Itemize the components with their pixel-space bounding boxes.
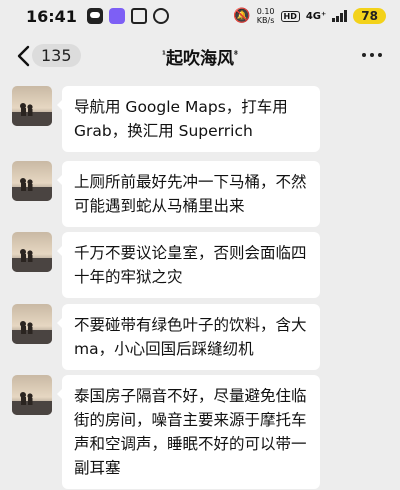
message-notification-icon <box>86 8 103 24</box>
status-time: 16:41 <box>26 6 77 26</box>
more-options-icon[interactable] <box>362 53 382 57</box>
chat-title: ¹起吹海风⁸ <box>0 44 400 69</box>
message-row: 泰国房子隔音不好，尽量避免住临街的房间，噪音主要来源于摩托车声和空调声，睡眠不好… <box>12 375 320 489</box>
message-row: 不要碰带有绿色叶子的饮料，含大ma，小心回国后踩缝纫机 <box>12 304 320 370</box>
chat-title-suffix: ⁸ <box>234 50 238 61</box>
avatar[interactable] <box>12 304 52 344</box>
message-row: 导航用 Google Maps，打车用 Grab，换汇用 Superrich <box>12 86 320 152</box>
status-bar: 16:41 🔕 0.10 KB/s HD 4G⁺ 78 <box>0 0 400 32</box>
avatar[interactable] <box>12 161 52 201</box>
net-speed-unit: KB/s <box>256 16 275 25</box>
message-bubble[interactable]: 上厕所前最好先冲一下马桶，不然可能遇到蛇从马桶里出来 <box>57 161 320 227</box>
message-text: 千万不要议论皇室，否则会面临四十年的牢狱之灾 <box>62 232 320 298</box>
message-row: 上厕所前最好先冲一下马桶，不然可能遇到蛇从马桶里出来 <box>12 161 320 227</box>
app-notification-icon <box>108 8 125 24</box>
avatar[interactable] <box>12 375 52 415</box>
grid-notification-icon <box>130 8 147 24</box>
status-right: 🔕 0.10 KB/s HD 4G⁺ 78 <box>233 7 386 25</box>
message-bubble[interactable]: 泰国房子隔音不好，尽量避免住临街的房间，噪音主要来源于摩托车声和空调声，睡眠不好… <box>57 375 320 489</box>
avatar[interactable] <box>12 232 52 272</box>
signal-icon <box>332 10 348 22</box>
message-bubble[interactable]: 不要碰带有绿色叶子的饮料，含大ma，小心回国后踩缝纫机 <box>57 304 320 370</box>
hd-icon: HD <box>280 10 300 22</box>
notification-icons <box>86 8 169 24</box>
message-text: 导航用 Google Maps，打车用 Grab，换汇用 Superrich <box>62 86 320 152</box>
battery-indicator: 78 <box>353 8 386 24</box>
avatar[interactable] <box>12 86 52 126</box>
chat-title-text: 起吹海风 <box>166 49 234 69</box>
network-type: 4G⁺ <box>305 10 327 22</box>
chat-header: 135 ¹起吹海风⁸ <box>0 36 400 78</box>
message-text: 上厕所前最好先冲一下马桶，不然可能遇到蛇从马桶里出来 <box>62 161 320 227</box>
net-speed: 0.10 KB/s <box>257 7 275 25</box>
net-speed-value: 0.10 <box>256 7 275 16</box>
message-bubble[interactable]: 导航用 Google Maps，打车用 Grab，换汇用 Superrich <box>57 86 320 152</box>
message-text: 泰国房子隔音不好，尽量避免住临街的房间，噪音主要来源于摩托车声和空调声，睡眠不好… <box>62 375 320 489</box>
message-row: 千万不要议论皇室，否则会面临四十年的牢狱之灾 <box>12 232 320 298</box>
ring-notification-icon <box>152 8 169 24</box>
mute-icon: 🔕 <box>233 8 251 24</box>
message-bubble[interactable]: 千万不要议论皇室，否则会面临四十年的牢狱之灾 <box>57 232 320 298</box>
message-text: 不要碰带有绿色叶子的饮料，含大ma，小心回国后踩缝纫机 <box>62 304 320 370</box>
